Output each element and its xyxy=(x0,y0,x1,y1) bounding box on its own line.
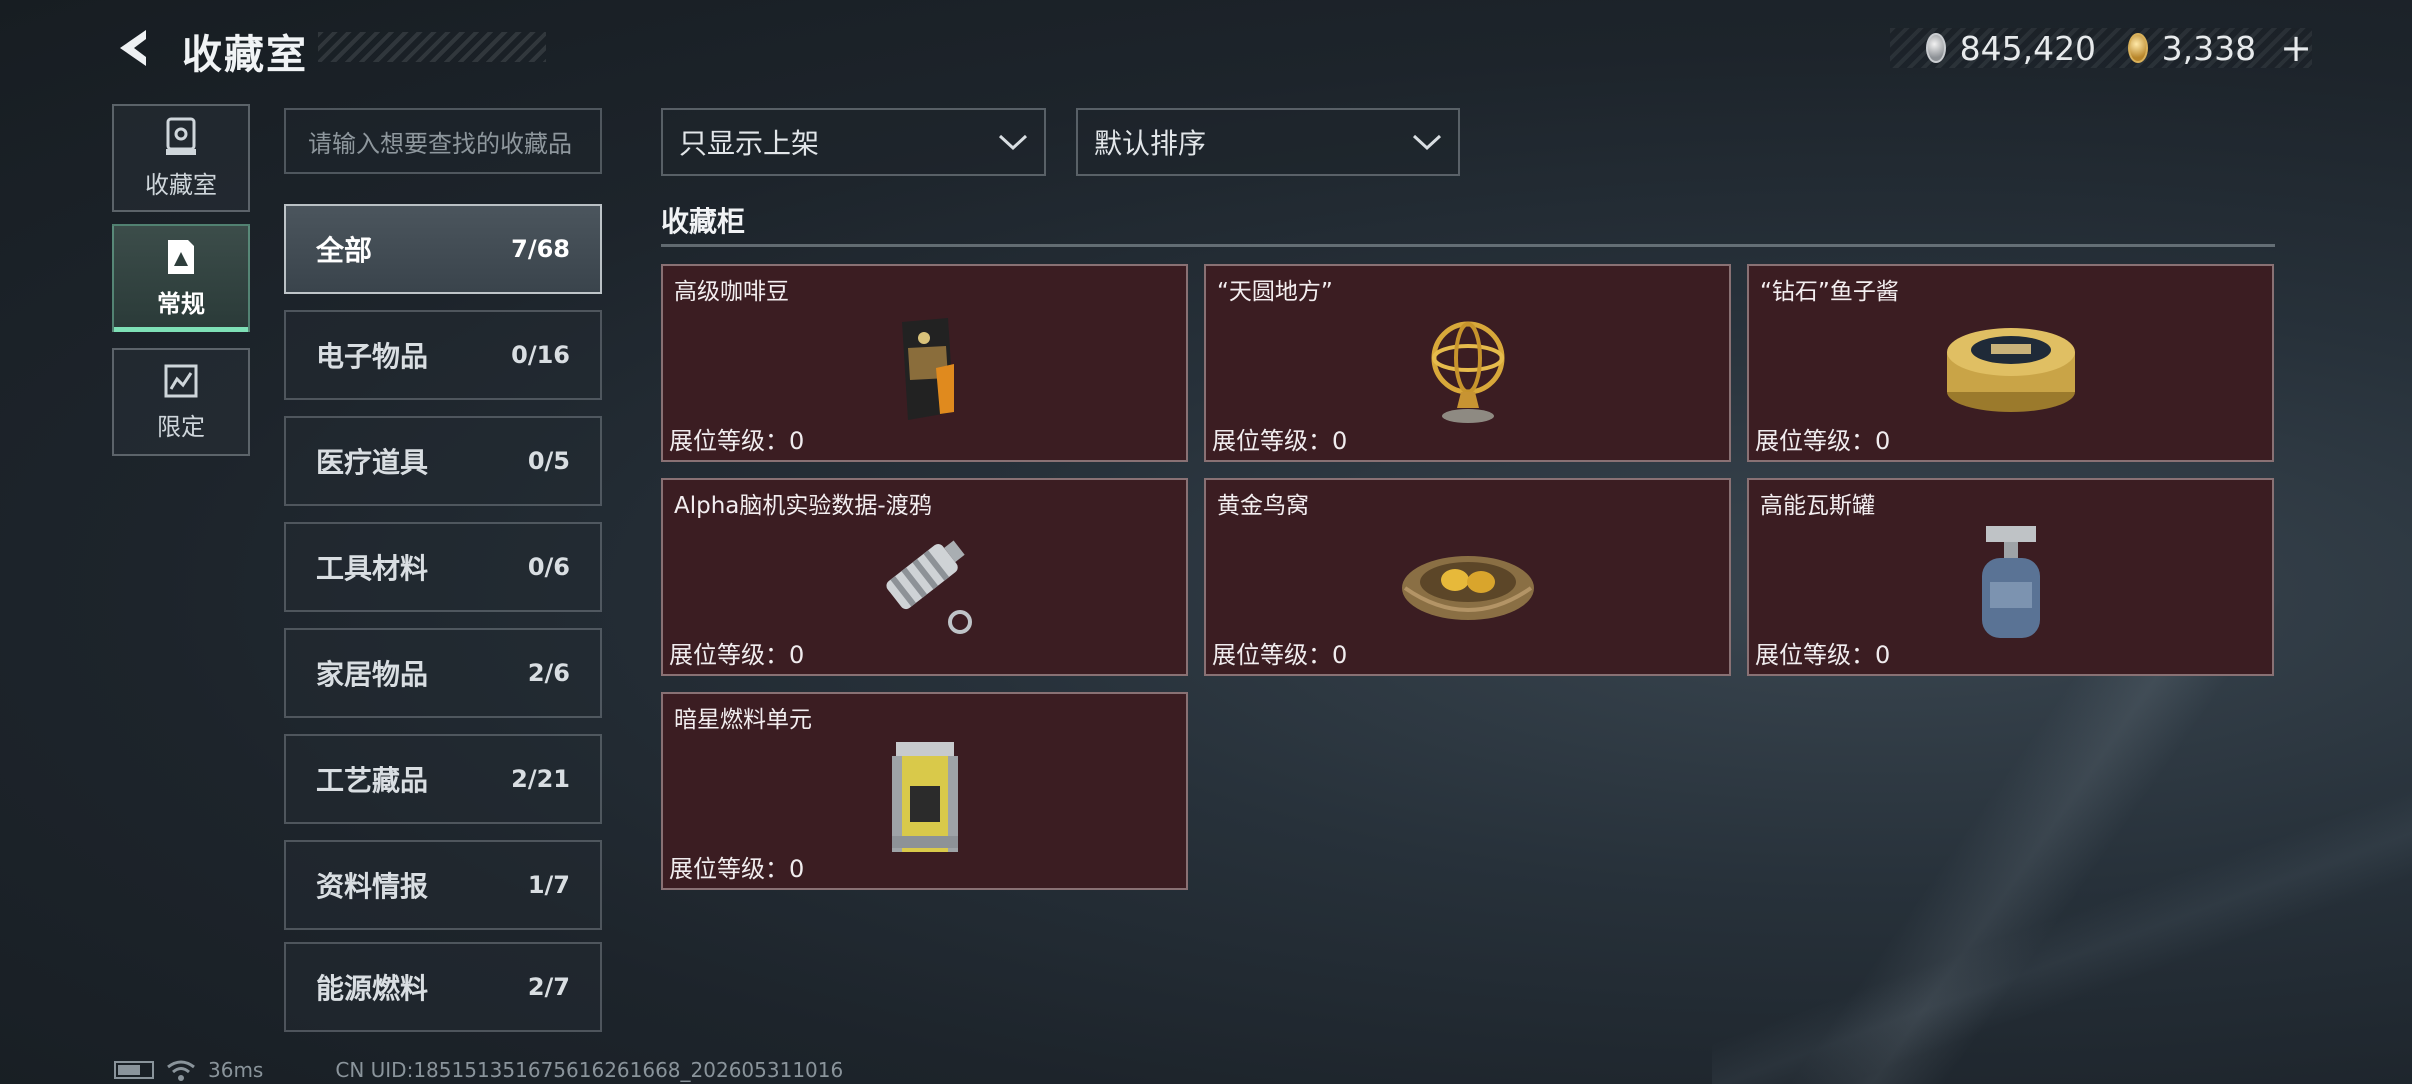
active-indicator xyxy=(114,327,248,332)
category-name: 能源燃料 xyxy=(316,972,429,1005)
fuel-cell-icon xyxy=(891,742,958,852)
silver-currency-value: 845,420 xyxy=(1959,28,2097,68)
category-tools[interactable]: 工具材料 0/6 xyxy=(284,522,602,612)
item-level: 展位等级：0 xyxy=(669,855,805,883)
rail-item-label: 限定 xyxy=(157,412,205,441)
item-name: 高级咖啡豆 xyxy=(674,279,789,305)
item-name: 黄金鸟窝 xyxy=(1217,493,1309,519)
collection-item-card[interactable]: 高级咖啡豆 展位等级：0 xyxy=(661,264,1188,462)
back-arrow-icon xyxy=(120,30,146,66)
silver-coin-icon xyxy=(1926,33,1946,63)
battery-icon xyxy=(114,1061,154,1079)
item-name: 暗星燃料单元 xyxy=(674,707,812,733)
back-button[interactable] xyxy=(112,26,156,70)
category-count: 7/68 xyxy=(511,235,570,263)
item-level: 展位等级：0 xyxy=(1212,641,1348,669)
category-name: 工艺藏品 xyxy=(316,764,429,797)
item-level: 展位等级：0 xyxy=(1212,427,1348,455)
category-all[interactable]: 全部 7/68 xyxy=(284,204,602,294)
show-filter-value: 只显示上架 xyxy=(679,127,820,160)
category-count: 0/6 xyxy=(527,553,570,581)
item-level: 展位等级：0 xyxy=(1755,427,1891,455)
category-name: 全部 xyxy=(316,234,373,267)
category-intel[interactable]: 资料情报 1/7 xyxy=(284,840,602,930)
section-divider xyxy=(661,244,2275,247)
currency-bar: 845,420 3,338 + xyxy=(1890,26,2312,70)
chevron-down-icon xyxy=(998,134,1028,151)
regular-collection-icon xyxy=(168,239,194,274)
rail-item-regular[interactable]: 常规 xyxy=(112,224,250,332)
category-energy[interactable]: 能源燃料 2/7 xyxy=(284,942,602,1032)
ping-value: 36ms xyxy=(208,1058,264,1082)
category-count: 0/5 xyxy=(527,447,570,475)
sort-dropdown[interactable]: 默认排序 xyxy=(1076,108,1460,176)
collection-item-card[interactable]: 暗星燃料单元 展位等级：0 xyxy=(661,692,1188,890)
chevron-down-icon xyxy=(1412,134,1442,151)
item-name: “天圆地方” xyxy=(1217,279,1333,305)
rail-item-label: 常规 xyxy=(157,289,205,318)
category-name: 医疗道具 xyxy=(316,446,429,479)
category-electronics[interactable]: 电子物品 0/16 xyxy=(284,310,602,400)
show-filter-dropdown[interactable]: 只显示上架 xyxy=(661,108,1046,176)
data-canister-icon xyxy=(885,540,972,634)
wifi-icon xyxy=(167,1060,195,1081)
category-name: 工具材料 xyxy=(316,552,429,585)
caviar-tin-icon xyxy=(1946,328,2075,412)
limited-collection-icon xyxy=(164,364,198,397)
category-count: 1/7 xyxy=(527,871,570,899)
category-name: 家居物品 xyxy=(316,658,429,691)
collection-item-card[interactable]: Alpha脑机实验数据-渡鸦 展位等级：0 xyxy=(661,478,1188,676)
rail-item-limited[interactable]: 限定 xyxy=(112,348,250,456)
collection-item-card[interactable]: “钻石”鱼子酱 展位等级：0 xyxy=(1747,264,2274,462)
section-title: 收藏柜 xyxy=(661,205,746,238)
item-level: 展位等级：0 xyxy=(669,641,805,669)
gold-coin-icon xyxy=(2128,33,2148,63)
rail-item-collection-room[interactable]: 收藏室 xyxy=(112,104,250,212)
add-currency-button[interactable]: + xyxy=(2280,26,2312,70)
category-medical[interactable]: 医疗道具 0/5 xyxy=(284,416,602,506)
rail-item-label: 收藏室 xyxy=(145,170,217,199)
category-count: 0/16 xyxy=(511,341,570,369)
title-decoration xyxy=(318,32,546,62)
category-count: 2/21 xyxy=(511,765,570,793)
collection-item-card[interactable]: “天圆地方” 展位等级：0 xyxy=(1204,264,1731,462)
collection-item-card[interactable]: 黄金鸟窝 展位等级：0 xyxy=(1204,478,1731,676)
user-id: CN UID:1851513516756162616​68_2026053110… xyxy=(335,1058,844,1082)
sort-value: 默认排序 xyxy=(1094,127,1207,160)
category-count: 2/6 xyxy=(527,659,570,687)
collection-item-card[interactable]: 高能瓦斯罐 展位等级：0 xyxy=(1747,478,2274,676)
item-level: 展位等级：0 xyxy=(669,427,805,455)
category-household[interactable]: 家居物品 2/6 xyxy=(284,628,602,718)
gold-currency-value: 3,338 xyxy=(2161,28,2257,68)
category-crafts[interactable]: 工艺藏品 2/21 xyxy=(284,734,602,824)
item-name: Alpha脑机实验数据-渡鸦 xyxy=(674,493,932,519)
gas-canister-icon xyxy=(1981,526,2040,638)
item-name: 高能瓦斯罐 xyxy=(1760,493,1875,519)
category-name: 资料情报 xyxy=(316,870,429,903)
golden-nest-icon xyxy=(1401,556,1534,620)
item-name: “钻石”鱼子酱 xyxy=(1760,279,1899,305)
search-input[interactable]: 请输入想要查找的收藏品 xyxy=(284,108,602,174)
category-count: 2/7 xyxy=(527,973,570,1001)
page-title: 收藏室 xyxy=(182,32,308,78)
coffee-bag-icon xyxy=(901,318,954,420)
display-case-icon xyxy=(166,117,196,155)
category-name: 电子物品 xyxy=(316,340,429,373)
item-level: 展位等级：0 xyxy=(1755,641,1891,669)
status-bar: 36ms CN UID:1851513516756162616​68_20260… xyxy=(114,1058,843,1082)
armillary-sphere-icon xyxy=(1431,321,1504,423)
